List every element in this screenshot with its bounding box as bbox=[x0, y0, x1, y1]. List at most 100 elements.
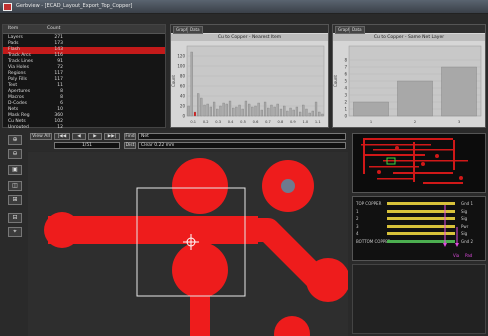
bar bbox=[206, 103, 209, 117]
y-tick-label: 0 bbox=[182, 114, 185, 119]
column-header-item[interactable]: Item bbox=[8, 26, 18, 31]
y-tick-label: 4 bbox=[344, 86, 347, 91]
bar bbox=[254, 105, 257, 117]
row-count: 12 bbox=[57, 125, 63, 130]
x-tick-label: 0.8 bbox=[278, 120, 284, 124]
measure-icon[interactable]: ⊟ bbox=[8, 213, 22, 223]
row-name: D-Codes bbox=[8, 101, 27, 106]
last-button[interactable]: ▶▶| bbox=[104, 133, 120, 140]
bar bbox=[235, 106, 238, 117]
bar bbox=[276, 103, 279, 117]
y-tick-label: 40 bbox=[180, 94, 186, 99]
row-name: Text bbox=[8, 83, 18, 88]
bar bbox=[295, 106, 299, 117]
bar bbox=[283, 105, 286, 117]
object-table[interactable]: Item Count Layers 271 Pads 173 Flash 143 Track… bbox=[2, 24, 166, 130]
y-tick-label: 60 bbox=[180, 84, 186, 89]
prev-button[interactable]: ◀ bbox=[72, 133, 86, 140]
stackup-via-markers bbox=[443, 205, 459, 247]
next-button[interactable]: ▶ bbox=[88, 133, 102, 140]
bar bbox=[302, 104, 305, 117]
bar bbox=[298, 111, 302, 117]
app-icon bbox=[3, 3, 12, 11]
bar bbox=[222, 102, 225, 117]
chart-tabs: Graph Data bbox=[333, 25, 485, 34]
distance-field[interactable]: Clear 0.22 mm bbox=[138, 142, 346, 149]
row-name: Layers bbox=[8, 35, 23, 40]
board-minimap[interactable] bbox=[352, 133, 486, 193]
row-name: Cu Nets bbox=[8, 119, 26, 124]
column-header-count[interactable]: Count bbox=[47, 26, 60, 31]
item-counter: 1/51 bbox=[54, 142, 120, 149]
bar bbox=[267, 107, 270, 117]
vertical-toolbar: ⊕ ⊖ ▣ ◫ ⊞ ⊟ ⌖ bbox=[6, 133, 24, 263]
bar bbox=[244, 100, 248, 117]
first-button[interactable]: |◀◀ bbox=[54, 133, 70, 140]
chart-tabs: Graph Data bbox=[171, 25, 328, 34]
bar bbox=[209, 106, 213, 117]
bar bbox=[353, 101, 389, 117]
histogram-chart-samenet[interactable]: 0 1 2 3 4 5 6 7 8 Count 1 2 3 bbox=[333, 42, 485, 126]
y-tick-label: 80 bbox=[180, 74, 186, 79]
via-hole bbox=[281, 179, 295, 193]
row-count: 117 bbox=[54, 77, 63, 82]
y-tick-label: 20 bbox=[180, 104, 186, 109]
bar bbox=[292, 109, 295, 117]
x-tick-label: 1 bbox=[370, 120, 372, 124]
row-count: 360 bbox=[54, 113, 63, 118]
bar bbox=[279, 108, 283, 117]
bar bbox=[225, 103, 228, 117]
bar bbox=[193, 111, 197, 117]
row-name: Regions bbox=[8, 71, 26, 76]
row-name: Mask Reg bbox=[8, 113, 30, 118]
histogram-chart-nearest[interactable]: 0 20 40 60 80 100 120 Count 0.1 0.2 0.3 0.4 0.5 0.6 0.… bbox=[171, 42, 328, 126]
zoom-fit-icon[interactable]: ▣ bbox=[8, 165, 22, 175]
row-count: 173 bbox=[54, 41, 63, 46]
histogram-panel-samenet: Graph Data Cu to Copper - Same Net Layer… bbox=[332, 24, 486, 128]
bar bbox=[273, 106, 276, 117]
x-tick-label: 2 bbox=[414, 120, 416, 124]
zoom-out-icon[interactable]: ⊖ bbox=[8, 149, 22, 159]
view-all-button[interactable]: View All bbox=[30, 133, 52, 140]
table-header: Item Count bbox=[3, 25, 165, 34]
bar bbox=[219, 105, 222, 117]
histogram-panel-nearest: Graph Data Cu to Copper - Nearest Item 0… bbox=[170, 24, 329, 128]
bar bbox=[270, 104, 273, 117]
distance-label: Dist bbox=[124, 142, 136, 149]
x-tick-label: 0.5 bbox=[240, 120, 246, 124]
y-tick-label: 1 bbox=[344, 107, 347, 112]
row-name: Unrouted bbox=[8, 125, 29, 130]
bar bbox=[308, 112, 311, 117]
chart-title: Cu to Copper - Nearest Item bbox=[171, 34, 328, 41]
zoom-in-icon[interactable]: ⊕ bbox=[8, 135, 22, 145]
bar bbox=[228, 100, 232, 117]
tab-data[interactable]: Data bbox=[187, 26, 203, 34]
y-tick-label: 5 bbox=[344, 79, 347, 84]
row-count: 117 bbox=[54, 71, 63, 76]
cursor-icon[interactable]: ⌖ bbox=[8, 227, 22, 237]
filter-input[interactable]: Net bbox=[138, 133, 346, 140]
layer-view-icon[interactable]: ◫ bbox=[8, 181, 22, 191]
x-tick-label: 3 bbox=[458, 120, 460, 124]
filter-label: Find bbox=[124, 133, 136, 140]
bar bbox=[257, 102, 260, 117]
bar bbox=[197, 93, 200, 117]
pcb-canvas[interactable] bbox=[28, 152, 348, 336]
y-tick-label: 3 bbox=[344, 93, 347, 98]
tab-data[interactable]: Data bbox=[349, 26, 365, 34]
row-name: Flash bbox=[8, 47, 20, 52]
bar bbox=[238, 104, 241, 117]
row-count: 72 bbox=[57, 65, 63, 70]
row-name: Track Arcs bbox=[8, 53, 31, 58]
y-tick-label: 2 bbox=[344, 100, 347, 105]
window-title: Gerbview - [ECAD_Layout_Export_Top_Coppe… bbox=[16, 3, 133, 9]
row-name: Track Lines bbox=[8, 59, 33, 64]
row-count: 102 bbox=[54, 119, 63, 124]
bar bbox=[203, 104, 206, 117]
bar bbox=[187, 105, 190, 117]
x-tick-label: 0.1 bbox=[190, 120, 196, 124]
grid-icon[interactable]: ⊞ bbox=[8, 195, 22, 205]
row-count: 8 bbox=[60, 89, 63, 94]
bar bbox=[216, 108, 219, 117]
row-name: Via Holes bbox=[8, 65, 29, 70]
